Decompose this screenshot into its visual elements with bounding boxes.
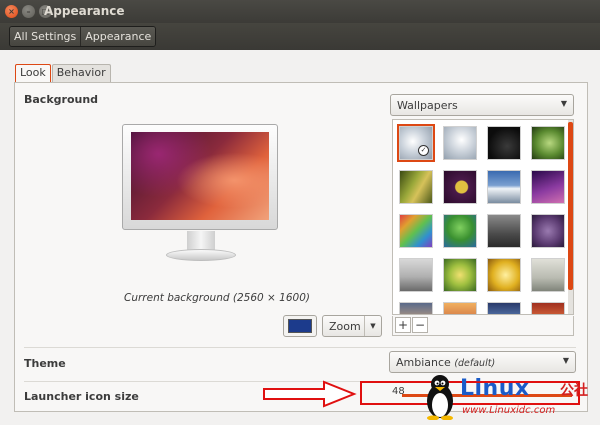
breadcrumb-all-settings[interactable]: All Settings <box>10 27 82 46</box>
gallery-scrollbar[interactable] <box>568 120 573 314</box>
tab-look[interactable]: Look <box>15 64 51 82</box>
wallpaper-thumbnail[interactable] <box>399 302 433 314</box>
monitor-neck <box>187 231 215 251</box>
breadcrumb: All Settings Appearance <box>9 26 157 47</box>
wallpaper-source-label: Wallpapers <box>397 99 458 112</box>
wallpaper-thumbnail[interactable] <box>443 214 477 248</box>
launcher-icon-size-heading: Launcher icon size <box>24 390 139 403</box>
annotation-arrow-icon <box>263 380 357 408</box>
monitor-base <box>166 249 236 261</box>
color-picker-button[interactable] <box>283 315 317 337</box>
wallpaper-thumbnail[interactable] <box>487 302 521 314</box>
theme-value: Ambiance (default) <box>396 356 495 369</box>
theme-heading: Theme <box>24 357 66 370</box>
wallpaper-grid: ✓ <box>397 124 565 314</box>
title-bar: × – □ Appearance <box>0 0 600 23</box>
background-heading: Background <box>24 93 99 106</box>
watermark-cn: 公社 <box>560 383 588 399</box>
chevron-down-icon: ▼ <box>560 99 567 108</box>
chevron-down-icon: ▼ <box>364 316 381 336</box>
selected-check-icon: ✓ <box>418 145 429 156</box>
wallpaper-thumbnail[interactable] <box>531 170 565 204</box>
current-background-caption: Current background (2560 × 1600) <box>124 292 310 304</box>
watermark-brand: Linux <box>460 376 530 401</box>
window-title: Appearance <box>44 4 125 18</box>
tab-behavior[interactable]: Behavior <box>51 64 111 82</box>
wallpaper-thumbnail[interactable] <box>487 170 521 204</box>
monitor-preview <box>122 124 278 230</box>
scrollbar-thumb[interactable] <box>568 122 573 290</box>
background-preview-image <box>131 132 269 220</box>
wallpaper-thumbnail[interactable]: ✓ <box>397 124 435 162</box>
wallpaper-thumbnail[interactable] <box>531 214 565 248</box>
wallpaper-thumbnail[interactable] <box>443 258 477 292</box>
watermark-url: www.Linuxidc.com <box>462 405 556 416</box>
wallpaper-thumbnail[interactable] <box>531 258 565 292</box>
divider <box>24 347 576 348</box>
zoom-mode-label: Zoom <box>329 320 361 333</box>
wallpaper-thumbnail[interactable] <box>531 302 565 314</box>
wallpaper-source-combo[interactable]: Wallpapers ▼ <box>390 94 574 116</box>
chevron-down-icon: ▼ <box>562 356 569 365</box>
wallpaper-thumbnail[interactable] <box>399 258 433 292</box>
toolbar: All Settings Appearance <box>0 23 600 50</box>
minimize-icon[interactable]: – <box>22 5 35 18</box>
wallpaper-thumbnail[interactable] <box>399 170 433 204</box>
wallpaper-thumbnail[interactable] <box>443 170 477 204</box>
gallery-toolbar: + − <box>392 316 574 336</box>
theme-default-suffix: (default) <box>454 358 496 369</box>
watermark: Linux 公社 www.Linuxidc.com <box>422 374 598 422</box>
close-icon[interactable]: × <box>5 5 18 18</box>
wallpaper-thumbnail[interactable] <box>487 214 521 248</box>
tab-bar: Look Behavior <box>15 64 112 82</box>
theme-combo[interactable]: Ambiance (default) ▼ <box>389 351 576 373</box>
wallpaper-thumbnail[interactable] <box>487 126 521 160</box>
wallpaper-thumbnail[interactable] <box>443 126 477 160</box>
zoom-mode-combo[interactable]: Zoom ▼ <box>322 315 382 337</box>
wallpaper-thumbnail[interactable] <box>443 302 477 314</box>
breadcrumb-appearance[interactable]: Appearance <box>81 27 156 46</box>
add-wallpaper-button[interactable]: + <box>395 317 411 333</box>
theme-name: Ambiance <box>396 356 451 369</box>
remove-wallpaper-button[interactable]: − <box>412 317 428 333</box>
wallpaper-thumbnail[interactable] <box>487 258 521 292</box>
wallpaper-gallery: ✓ <box>392 119 574 315</box>
wallpaper-thumbnail[interactable] <box>399 214 433 248</box>
wallpaper-thumbnail[interactable] <box>531 126 565 160</box>
color-swatch <box>288 319 312 333</box>
tux-penguin-icon <box>427 375 453 420</box>
